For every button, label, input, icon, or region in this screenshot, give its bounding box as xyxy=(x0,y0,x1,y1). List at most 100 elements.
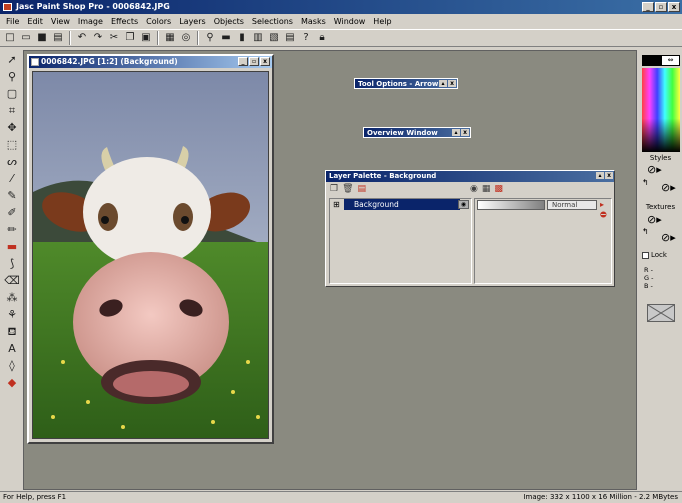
layer-row[interactable]: ⊞ Background ◉ xyxy=(330,199,471,211)
menu-objects[interactable]: Objects xyxy=(210,17,248,26)
new-layer-icon[interactable]: ❐ xyxy=(330,184,338,194)
overview-close-icon[interactable]: x xyxy=(461,129,469,136)
save-icon[interactable]: ■ xyxy=(35,31,49,45)
tool-options-titlebar[interactable]: Tool Options - Arrow ▴ x xyxy=(354,78,458,89)
menu-help[interactable]: Help xyxy=(369,17,395,26)
histogram-icon[interactable]: ▮ xyxy=(235,31,249,45)
clone-brush-tool-icon[interactable]: ✐ xyxy=(4,205,21,221)
browse-icon[interactable]: ▦ xyxy=(163,31,177,45)
overview-titlebar[interactable]: Overview Window ▴ x xyxy=(363,127,471,138)
foreground-texture-icon[interactable]: ⊘▸ xyxy=(647,213,662,226)
copy-icon[interactable]: ❐ xyxy=(123,31,137,45)
layer-expand-icon[interactable]: ⊞ xyxy=(333,200,340,209)
text-tool-icon[interactable]: A xyxy=(4,341,21,357)
swap-textures-icon[interactable]: ↰ xyxy=(642,227,649,236)
crop-tool-icon[interactable]: ⌗ xyxy=(4,103,21,119)
layer-lock-icon[interactable]: ▸ ⛔︎ xyxy=(600,200,611,220)
menu-layers[interactable]: Layers xyxy=(175,17,209,26)
foreground-swatch[interactable] xyxy=(642,55,661,66)
blend-mode-dropdown[interactable]: Normal xyxy=(547,200,597,210)
overview-palette[interactable]: Overview Window ▴ x xyxy=(363,127,471,138)
layer-palette-titlebar[interactable]: Layer Palette - Background ▴ x xyxy=(326,171,614,182)
image-document-window[interactable]: 0006842.JPG [1:2] (Background) _ ▫ x xyxy=(27,54,274,444)
paintbrush-tool-icon[interactable]: ✎ xyxy=(4,188,21,204)
selection-tool-icon[interactable]: ⬚ xyxy=(4,137,21,153)
swap-styles-icon[interactable]: ↰ xyxy=(642,178,649,187)
menu-bar: File Edit View Image Effects Colors Laye… xyxy=(0,14,682,28)
scratch-remover-tool-icon[interactable]: ⟆ xyxy=(4,256,21,272)
fg-bg-swatch[interactable]: ⇔ xyxy=(642,55,680,66)
paste-icon[interactable]: ▣ xyxy=(139,31,153,45)
tool-options-close-icon[interactable]: x xyxy=(448,80,456,87)
overview-rollup-icon[interactable]: ▴ xyxy=(452,129,460,136)
tool-palette-toggle-icon[interactable]: ⚲ xyxy=(203,31,217,45)
open-folder-icon[interactable]: ▭ xyxy=(19,31,33,45)
eraser-tool-icon[interactable]: ⌫ xyxy=(4,273,21,289)
context-help-icon[interactable]: ? xyxy=(299,31,313,45)
preset-shapes-tool-icon[interactable]: ◊ xyxy=(4,358,21,374)
layer-list: ⊞ Background ◉ xyxy=(329,198,472,284)
foreground-style-icon[interactable]: ⊘▸ xyxy=(647,163,662,176)
picture-tube-tool-icon[interactable]: ⁂ xyxy=(4,290,21,306)
layer-visibility-icon[interactable]: ◉ xyxy=(458,200,469,209)
print-icon[interactable]: ▤ xyxy=(51,31,65,45)
toolbar-separator xyxy=(69,31,71,45)
menu-edit[interactable]: Edit xyxy=(23,17,47,26)
layer-palette-close-icon[interactable]: x xyxy=(605,172,613,179)
retouch-tool-icon[interactable]: ▬ xyxy=(4,239,21,255)
color-replacer-tool-icon[interactable]: ✏ xyxy=(4,222,21,238)
layer-mask-icon[interactable]: ▤ xyxy=(358,184,367,194)
toolbar-toggle-icon[interactable]: ▬ xyxy=(219,31,233,45)
new-file-icon[interactable]: □ xyxy=(3,31,17,45)
overview-toggle-icon[interactable]: ▧ xyxy=(267,31,281,45)
maximize-button[interactable]: ▫ xyxy=(655,2,667,12)
menu-file[interactable]: File xyxy=(2,17,23,26)
delete-layer-icon[interactable]: 🗑︎ xyxy=(342,184,353,194)
background-style-icon[interactable]: ⊘▸ xyxy=(661,181,676,194)
layer-opacity-slider[interactable] xyxy=(477,200,545,210)
layer-palette[interactable]: Layer Palette - Background ▴ x ❐ 🗑︎ ▤ ◉ … xyxy=(325,170,615,287)
undo-icon[interactable]: ↶ xyxy=(75,31,89,45)
tool-options-rollup-icon[interactable]: ▴ xyxy=(439,80,447,87)
lock-checkbox[interactable] xyxy=(642,251,649,259)
menu-window[interactable]: Window xyxy=(330,17,370,26)
tool-options-palette[interactable]: Tool Options - Arrow ▴ x xyxy=(354,78,458,89)
swap-colors-icon[interactable]: ⇔ xyxy=(661,55,680,66)
close-button[interactable]: x xyxy=(668,2,680,12)
minimize-button[interactable]: _ xyxy=(642,2,654,12)
color-spectrum[interactable] xyxy=(642,68,680,152)
menu-view[interactable]: View xyxy=(47,17,74,26)
mover-tool-icon[interactable]: ✥ xyxy=(4,120,21,136)
cut-icon[interactable]: ✂ xyxy=(107,31,121,45)
menu-colors[interactable]: Colors xyxy=(142,17,175,26)
draw-tool-icon[interactable]: ◆ xyxy=(4,375,21,391)
layer-palette-toggle-icon[interactable]: ▥ xyxy=(251,31,265,45)
deform-tool-icon[interactable]: ▢ xyxy=(4,86,21,102)
dropper-tool-icon[interactable]: ⁄ xyxy=(4,171,21,187)
lock-icon[interactable]: 🔒︎ xyxy=(315,31,329,45)
zoom-icon[interactable]: ◎ xyxy=(179,31,193,45)
layer-name-background[interactable]: Background xyxy=(344,199,460,210)
menu-image[interactable]: Image xyxy=(74,17,107,26)
image-minimize-button[interactable]: _ xyxy=(238,57,248,66)
menu-effects[interactable]: Effects xyxy=(107,17,142,26)
image-canvas[interactable] xyxy=(32,71,269,439)
layer-palette-rollup-icon[interactable]: ▴ xyxy=(596,172,604,179)
current-color-swatch[interactable] xyxy=(647,304,675,322)
menu-selections[interactable]: Selections xyxy=(248,17,297,26)
redo-icon[interactable]: ↷ xyxy=(91,31,105,45)
image-maximize-button[interactable]: ▫ xyxy=(249,57,259,66)
image-window-titlebar[interactable]: 0006842.JPG [1:2] (Background) _ ▫ x xyxy=(29,56,272,68)
toolbar-separator xyxy=(197,31,199,45)
background-texture-icon[interactable]: ⊘▸ xyxy=(661,231,676,244)
arrow-tool-icon[interactable]: ➚ xyxy=(4,52,21,68)
app-icon xyxy=(3,3,12,11)
image-close-button[interactable]: x xyxy=(260,57,270,66)
flood-fill-tool-icon[interactable]: ⛾ xyxy=(4,324,21,340)
zoom-tool-icon[interactable]: ⚲ xyxy=(4,69,21,85)
lasso-tool-icon[interactable]: ᔕ xyxy=(4,154,21,170)
airbrush-tool-icon[interactable]: ⚘ xyxy=(4,307,21,323)
menu-masks[interactable]: Masks xyxy=(297,17,330,26)
script-icon[interactable]: ▤ xyxy=(283,31,297,45)
lock-control[interactable]: Lock xyxy=(642,251,667,259)
